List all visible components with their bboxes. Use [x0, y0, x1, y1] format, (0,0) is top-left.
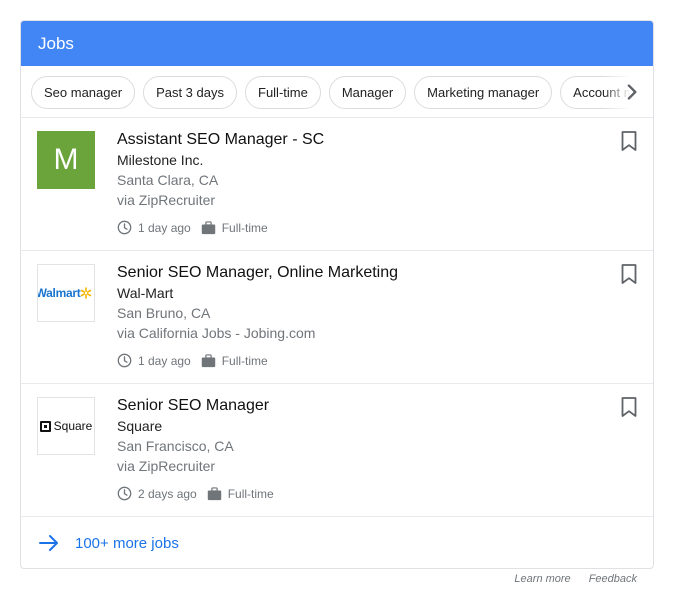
job-listing[interactable]: Walmart Senior SEO Manager, Online Marke… — [21, 251, 653, 384]
clock-icon — [117, 353, 132, 368]
job-type: Full-time — [227, 486, 274, 501]
job-listing[interactable]: M Assistant SEO Manager - SC Milestone I… — [21, 118, 653, 251]
footer-links: Learn more Feedback — [514, 573, 637, 585]
company-logo: M — [37, 131, 95, 189]
job-title[interactable]: Senior SEO Manager — [117, 396, 274, 416]
filter-chips-row: Seo manager Past 3 days Full-time Manage… — [21, 66, 653, 118]
arrow-right-icon — [39, 535, 58, 551]
feedback-link[interactable]: Feedback — [589, 573, 637, 585]
bookmark-icon[interactable] — [619, 130, 639, 152]
job-info: Senior SEO Manager, Online Marketing Wal… — [117, 263, 398, 368]
learn-more-link[interactable]: Learn more — [514, 573, 570, 585]
job-type: Full-time — [221, 220, 268, 235]
chip-full-time[interactable]: Full-time — [245, 76, 321, 109]
job-company: Wal-Mart — [117, 285, 174, 301]
job-type: Full-time — [221, 353, 268, 368]
chip-seo-manager[interactable]: Seo manager — [31, 76, 136, 109]
logo-text: Walmart — [37, 286, 81, 300]
jobs-card: Jobs Seo manager Past 3 days Full-time M… — [20, 20, 654, 569]
spark-icon — [81, 287, 92, 299]
job-source: via ZipRecruiter — [117, 458, 216, 474]
company-logo: Square — [37, 397, 95, 455]
job-company: Milestone Inc. — [117, 152, 204, 168]
job-location: San Francisco, CA — [117, 438, 234, 454]
filter-chips: Seo manager Past 3 days Full-time Manage… — [31, 76, 653, 109]
square-logo: Square — [39, 419, 93, 433]
briefcase-icon — [207, 486, 221, 500]
bookmark-icon[interactable] — [619, 396, 639, 418]
chip-manager[interactable]: Manager — [328, 76, 407, 109]
chip-past-3-days[interactable]: Past 3 days — [143, 76, 237, 109]
walmart-logo: Walmart — [37, 286, 92, 300]
job-posted: 1 day ago — [138, 220, 191, 235]
clock-icon — [117, 486, 132, 501]
job-meta: 1 day ago Full-time — [117, 220, 324, 235]
more-jobs-label: 100+ more jobs — [75, 534, 179, 552]
chip-marketing-manager[interactable]: Marketing manager — [414, 76, 553, 109]
job-company: Square — [117, 418, 163, 434]
job-posted: 2 days ago — [138, 486, 197, 501]
clock-icon — [117, 220, 132, 235]
more-jobs-link[interactable]: 100+ more jobs — [21, 517, 653, 568]
job-source: via California Jobs - Jobing.com — [117, 325, 316, 341]
square-mark-icon — [39, 420, 51, 432]
job-meta: 2 days ago Full-time — [117, 486, 274, 501]
job-info: Senior SEO Manager Square San Francisco,… — [117, 396, 274, 501]
job-location: Santa Clara, CA — [117, 172, 219, 188]
job-posted: 1 day ago — [138, 353, 191, 368]
job-listing[interactable]: Square Senior SEO Manager Square San Fra… — [21, 384, 653, 517]
job-info: Assistant SEO Manager - SC Milestone Inc… — [117, 130, 324, 235]
bookmark-icon[interactable] — [619, 263, 639, 285]
jobs-header: Jobs — [21, 21, 653, 66]
briefcase-icon — [201, 353, 215, 367]
briefcase-icon — [201, 220, 215, 234]
logo-letter: M — [53, 143, 79, 176]
chevron-right-icon[interactable] — [621, 81, 643, 103]
logo-text: Square — [53, 419, 93, 433]
company-logo: Walmart — [37, 264, 95, 322]
job-title[interactable]: Assistant SEO Manager - SC — [117, 130, 324, 150]
job-source: via ZipRecruiter — [117, 192, 216, 208]
job-title[interactable]: Senior SEO Manager, Online Marketing — [117, 263, 398, 283]
job-meta: 1 day ago Full-time — [117, 353, 398, 368]
job-location: San Bruno, CA — [117, 305, 211, 321]
jobs-header-title: Jobs — [38, 34, 74, 53]
